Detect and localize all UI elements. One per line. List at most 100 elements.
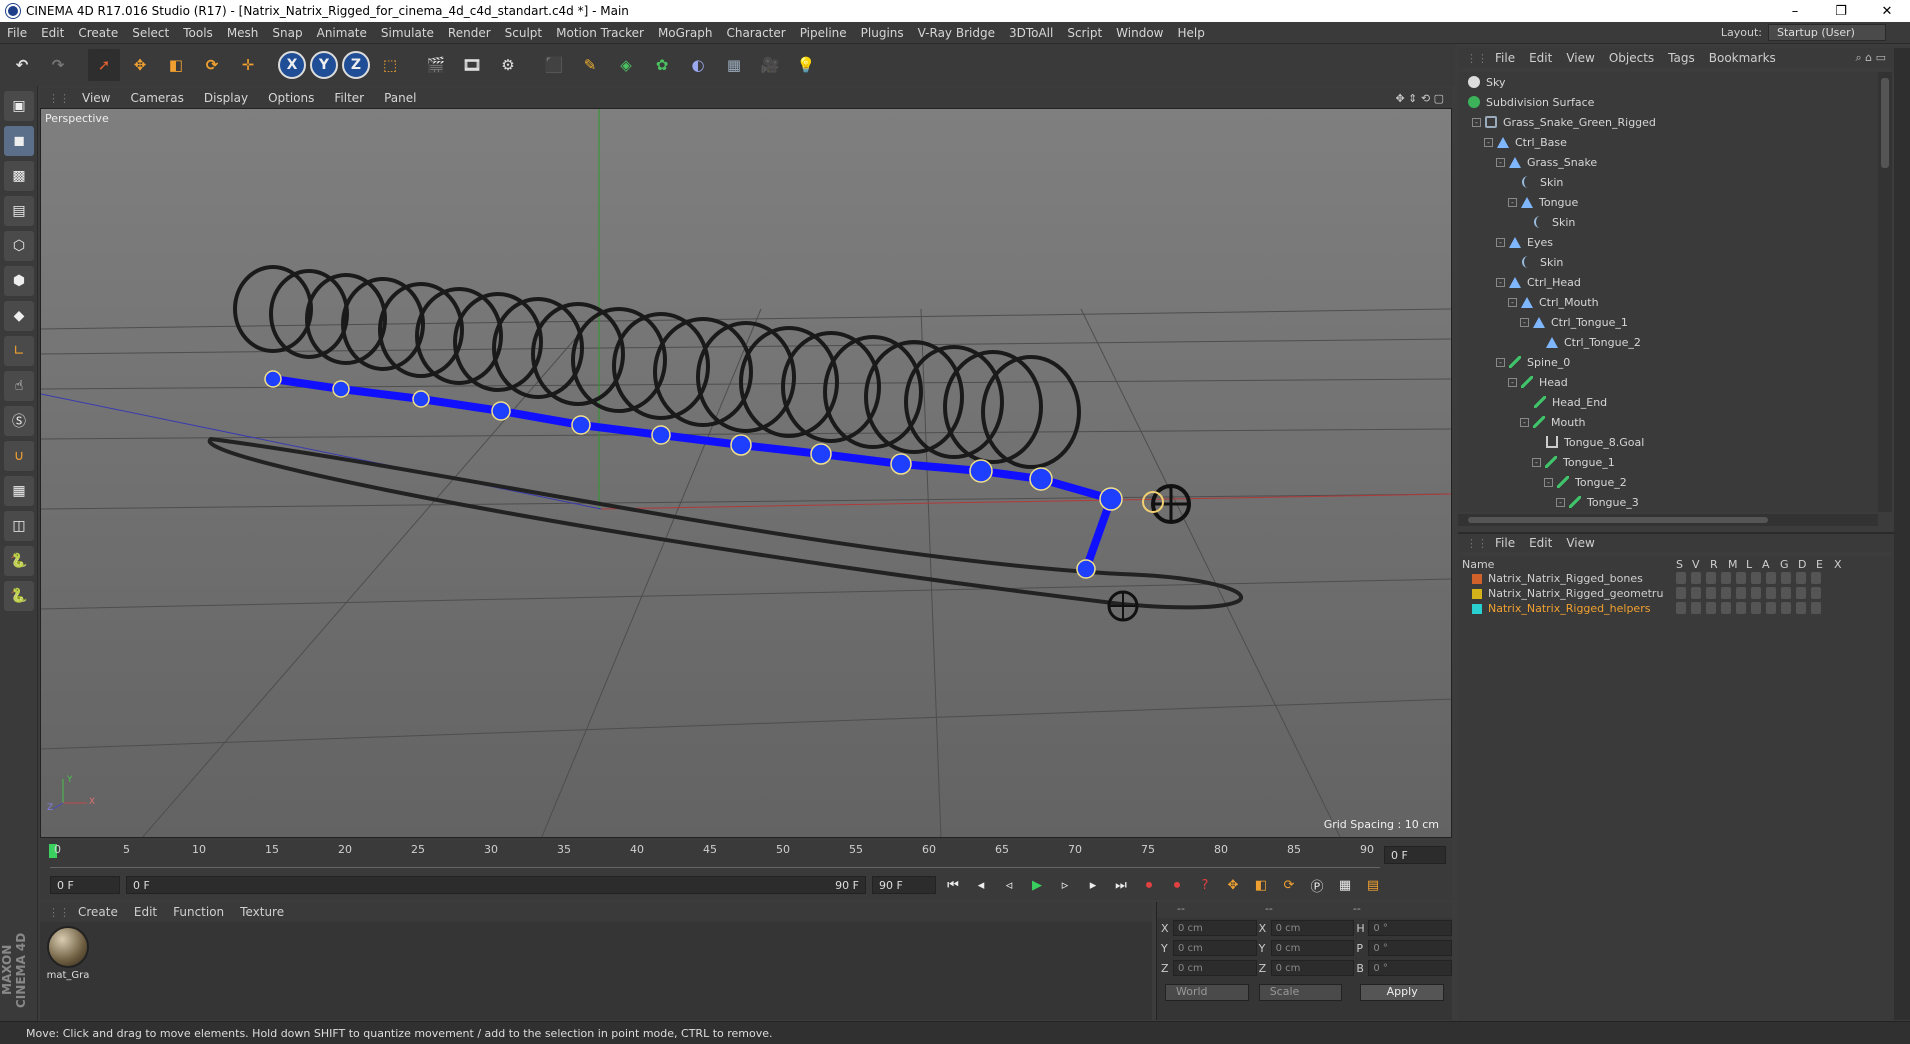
- size-y-field[interactable]: 0 cm: [1270, 940, 1355, 956]
- close-button[interactable]: ✕: [1864, 4, 1910, 19]
- python-console-icon[interactable]: 🐍: [4, 581, 34, 611]
- rotation-h-field[interactable]: 0 °: [1368, 920, 1453, 936]
- tree-item[interactable]: - Tongue: [1458, 192, 1878, 212]
- tree-item[interactable]: - Grass_Snake_Green_Rigged: [1458, 112, 1878, 132]
- render-settings-icon[interactable]: ⚙: [492, 49, 524, 81]
- layers-menu-file[interactable]: File: [1488, 536, 1522, 550]
- collapse-icon[interactable]: -: [1544, 477, 1553, 487]
- tree-item[interactable]: - Tongue_2: [1458, 472, 1878, 492]
- position-z-field[interactable]: 0 cm: [1172, 960, 1257, 976]
- viewport-menu-cameras[interactable]: Cameras: [122, 91, 191, 105]
- tree-item[interactable]: - Ctrl_Head: [1458, 272, 1878, 292]
- collapse-icon[interactable]: -: [1508, 377, 1517, 387]
- objects-menu-tags[interactable]: Tags: [1661, 51, 1702, 65]
- z-axis-lock-icon[interactable]: Z: [342, 51, 370, 79]
- layer-color-swatch[interactable]: [1472, 589, 1482, 599]
- collapse-icon[interactable]: -: [1556, 497, 1565, 507]
- model-mode-icon[interactable]: ◼: [4, 126, 34, 156]
- size-mode-dropdown[interactable]: Scale: [1258, 984, 1343, 1001]
- texture-mode-icon[interactable]: ▩: [4, 161, 34, 191]
- coordinate-system-icon[interactable]: ⬚: [374, 49, 406, 81]
- menu-plugins[interactable]: Plugins: [854, 26, 911, 40]
- tree-item[interactable]: Skin: [1458, 172, 1878, 192]
- tree-item[interactable]: - Ctrl_Mouth: [1458, 292, 1878, 312]
- layers-menu-view[interactable]: View: [1559, 536, 1601, 550]
- collapse-icon[interactable]: -: [1520, 417, 1529, 427]
- select-arrow-icon[interactable]: ➚: [88, 49, 120, 81]
- tree-item[interactable]: - Grass_Snake: [1458, 152, 1878, 172]
- menu-mograph[interactable]: MoGraph: [651, 26, 720, 40]
- position-y-field[interactable]: 0 cm: [1172, 940, 1257, 956]
- point-level-key-icon[interactable]: ▦: [1334, 874, 1356, 896]
- collapse-icon[interactable]: -: [1496, 237, 1505, 247]
- menu-simulate[interactable]: Simulate: [374, 26, 441, 40]
- layers-menu-edit[interactable]: Edit: [1522, 536, 1559, 550]
- next-frame-icon[interactable]: ▹: [1054, 874, 1076, 896]
- workplane-mode-icon[interactable]: ▤: [4, 196, 34, 226]
- cloner-icon[interactable]: ✿: [646, 49, 678, 81]
- menu-pipeline[interactable]: Pipeline: [793, 26, 854, 40]
- material-menu-edit[interactable]: Edit: [126, 905, 165, 919]
- layer-row[interactable]: Natrix_Natrix_Rigged_bones: [1458, 572, 1910, 587]
- viewport-menu-view[interactable]: View: [74, 91, 118, 105]
- keyframe-selection-icon[interactable]: ?: [1194, 874, 1216, 896]
- tree-item[interactable]: - Head: [1458, 372, 1878, 392]
- tree-item[interactable]: - Ctrl_Tongue_1: [1458, 312, 1878, 332]
- collapse-icon[interactable]: -: [1532, 457, 1541, 467]
- material-menu-function[interactable]: Function: [165, 905, 232, 919]
- objects-menu-bookmarks[interactable]: Bookmarks: [1702, 51, 1783, 65]
- collapse-icon[interactable]: -: [1484, 137, 1493, 147]
- rotation-b-field[interactable]: 0 °: [1368, 960, 1453, 976]
- render-picture-viewer-icon[interactable]: 🎞: [456, 49, 488, 81]
- menu-mesh[interactable]: Mesh: [220, 26, 266, 40]
- layer-color-swatch[interactable]: [1472, 574, 1482, 584]
- end-frame-field[interactable]: 90 F: [872, 876, 936, 894]
- preview-range-slider[interactable]: 0 F 90 F: [126, 876, 866, 894]
- go-to-end-icon[interactable]: ⏭: [1110, 874, 1132, 896]
- position-key-icon[interactable]: ✥: [1222, 874, 1244, 896]
- go-to-start-icon[interactable]: ⏮: [942, 874, 964, 896]
- menu-render[interactable]: Render: [441, 26, 498, 40]
- size-x-field[interactable]: 0 cm: [1270, 920, 1355, 936]
- layer-flags[interactable]: [1676, 602, 1821, 614]
- hscrollbar-thumb[interactable]: [1468, 517, 1768, 523]
- solo-mode-icon[interactable]: Ⓢ: [4, 406, 34, 436]
- tree-item[interactable]: Skin: [1458, 212, 1878, 232]
- material-swatch[interactable]: mat_Gra: [44, 926, 92, 981]
- redo-icon[interactable]: ↷: [42, 49, 74, 81]
- layer-flags[interactable]: [1676, 572, 1821, 584]
- undo-icon[interactable]: ↶: [6, 49, 38, 81]
- menu-window[interactable]: Window: [1109, 26, 1170, 40]
- viewport-navigation-icons[interactable]: ✥ ⇕ ⟲ ▢: [1395, 92, 1444, 105]
- axis-lock-icon[interactable]: ◫: [4, 511, 34, 541]
- scale-key-icon[interactable]: ◧: [1250, 874, 1272, 896]
- autokey-icon[interactable]: ⏺: [1166, 874, 1188, 896]
- menu-script[interactable]: Script: [1060, 26, 1109, 40]
- start-frame-field[interactable]: 0 F: [50, 876, 120, 894]
- light-icon[interactable]: 💡: [790, 49, 822, 81]
- tree-item[interactable]: Head_End: [1458, 392, 1878, 412]
- tree-item[interactable]: - Tongue_3: [1458, 492, 1878, 512]
- layer-flags[interactable]: [1676, 587, 1821, 599]
- polygons-mode-icon[interactable]: ◆: [4, 301, 34, 331]
- tree-item[interactable]: Ctrl_Tongue_2: [1458, 332, 1878, 352]
- scale-tool-icon[interactable]: ◧: [160, 49, 192, 81]
- points-mode-icon[interactable]: ⬡: [4, 231, 34, 261]
- collapse-icon[interactable]: -: [1496, 157, 1505, 167]
- right-side-tabs[interactable]: [1894, 48, 1910, 1020]
- collapse-icon[interactable]: -: [1508, 297, 1517, 307]
- layout-dropdown[interactable]: Startup (User): [1768, 24, 1886, 41]
- menu-3dtoall[interactable]: 3DToAll: [1002, 26, 1060, 40]
- menu-vray-bridge[interactable]: V-Ray Bridge: [911, 26, 1002, 40]
- tree-item[interactable]: Subdivision Surface: [1458, 92, 1878, 112]
- apply-button[interactable]: Apply: [1360, 984, 1445, 1001]
- edges-mode-icon[interactable]: ⬢: [4, 266, 34, 296]
- render-view-icon[interactable]: 🎬: [420, 49, 452, 81]
- parameter-key-icon[interactable]: Ⓟ: [1306, 874, 1328, 896]
- collapse-icon[interactable]: -: [1520, 317, 1529, 327]
- menu-character[interactable]: Character: [719, 26, 792, 40]
- tree-item[interactable]: Skin: [1458, 252, 1878, 272]
- tree-item[interactable]: - Mouth: [1458, 412, 1878, 432]
- menu-snap[interactable]: Snap: [265, 26, 309, 40]
- minimize-button[interactable]: –: [1772, 4, 1818, 19]
